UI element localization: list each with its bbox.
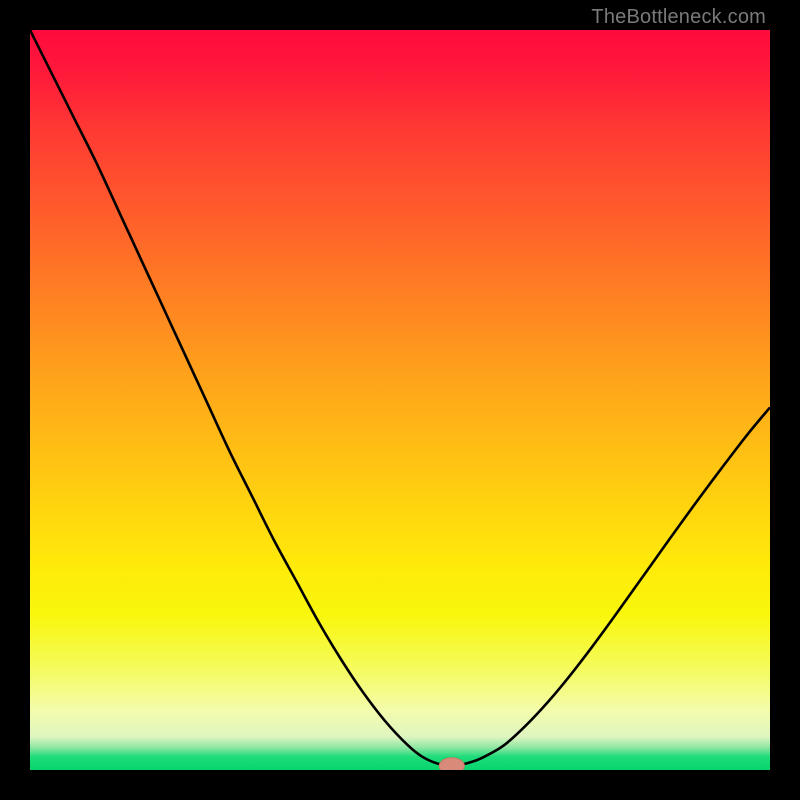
curve-line bbox=[30, 30, 770, 766]
bottleneck-curve bbox=[30, 30, 770, 770]
chart-frame: TheBottleneck.com bbox=[0, 0, 800, 800]
plot-area bbox=[30, 30, 770, 770]
watermark-text: TheBottleneck.com bbox=[591, 6, 766, 29]
minimum-marker bbox=[439, 758, 464, 770]
